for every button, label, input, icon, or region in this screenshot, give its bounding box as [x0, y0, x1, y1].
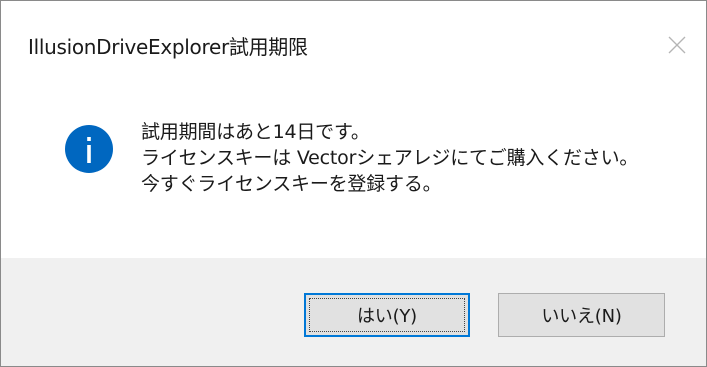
message-line: ライセンスキーは Vectorシェアレジにてご購入ください。 — [141, 147, 639, 169]
yes-button-label: はい(Y) — [356, 306, 418, 327]
dialog-message: 試用期間はあと14日です。 ライセンスキーは Vectorシェアレジにてご購入く… — [141, 119, 638, 197]
message-line: 今すぐライセンスキーを登録する。 — [141, 173, 442, 195]
no-button[interactable]: いいえ(N) — [498, 293, 665, 337]
trial-expiration-dialog: IllusionDriveExplorer試用期限 試用期間はあと14日です。 … — [0, 0, 707, 367]
dialog-button-bar: はい(Y) いいえ(N) — [1, 258, 706, 366]
message-line: 試用期間はあと14日です。 — [141, 121, 370, 143]
close-icon — [668, 36, 686, 54]
no-button-label: いいえ(N) — [541, 306, 622, 327]
info-icon — [65, 125, 113, 173]
dialog-titlebar: IllusionDriveExplorer試用期限 — [1, 1, 706, 87]
yes-button[interactable]: はい(Y) — [304, 293, 470, 337]
close-button[interactable] — [655, 23, 699, 67]
dialog-content: 試用期間はあと14日です。 ライセンスキーは Vectorシェアレジにてご購入く… — [1, 87, 706, 258]
dialog-title: IllusionDriveExplorer試用期限 — [28, 35, 308, 59]
